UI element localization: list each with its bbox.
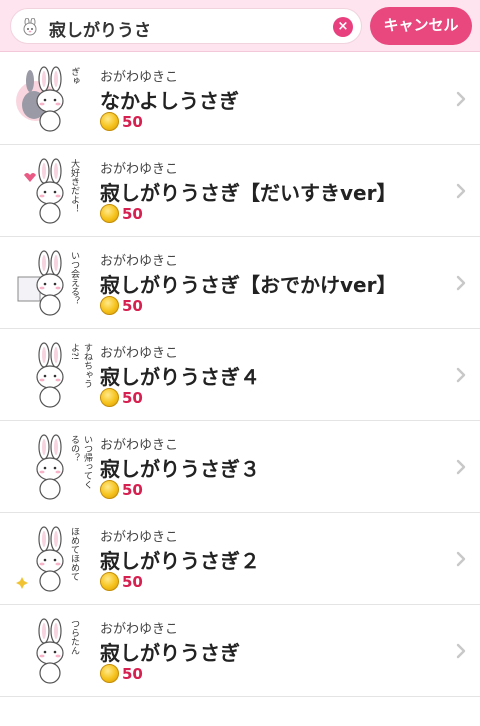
sticker-result-list: ぎゅ おがわゆきこ なかよしうさぎ 50 大好きだよ！ おがわゆきこ 寂しがりう… [0,53,480,697]
sticker-title: なかよしうさぎ [100,89,239,113]
sticker-author: おがわゆきこ [100,438,179,453]
cancel-button[interactable]: キャンセル [370,7,472,45]
sticker-thumbnail-caption: つらたん [69,619,79,655]
sticker-price: 50 [100,111,143,133]
sticker-price: 50 [100,571,143,593]
chevron-right-icon [456,459,466,475]
sticker-author: おがわゆきこ [100,70,179,85]
price-value: 50 [122,480,143,499]
search-bar: 寂しがりうさ × キャンセル [0,0,480,52]
coin-icon [100,572,119,591]
coin-icon [100,296,119,315]
sticker-list-item[interactable]: いつ会える？ おがわゆきこ 寂しがりうさぎ【おでかけver】 50 [0,237,480,329]
sticker-thumbnail-caption: 大好きだよ！ [69,159,79,213]
chevron-right-icon [456,91,466,107]
sticker-price: 50 [100,663,143,685]
sticker-author: おがわゆきこ [100,254,179,269]
sticker-author: おがわゆきこ [100,162,179,177]
price-value: 50 [122,572,143,591]
sticker-thumbnail-caption: ほめてほめて [69,527,79,581]
sticker-title: 寂しがりうさぎ３ [100,457,260,481]
sticker-thumbnail-caption: ぎゅ [69,67,79,85]
sticker-thumbnail-caption: いつ帰ってくるの？ [69,435,92,489]
sticker-list-item[interactable]: ぎゅ おがわゆきこ なかよしうさぎ 50 [0,53,480,145]
sticker-title: 寂しがりうさぎ４ [100,365,260,389]
sticker-price: 50 [100,387,143,409]
chevron-right-icon [456,367,466,383]
sticker-price: 50 [100,295,143,317]
sticker-list-item[interactable]: いつ帰ってくるの？ おがわゆきこ 寂しがりうさぎ３ 50 [0,421,480,513]
sticker-list-item[interactable]: 大好きだよ！ おがわゆきこ 寂しがりうさぎ【だいすきver】 50 [0,145,480,237]
search-input[interactable]: 寂しがりうさ [49,16,151,41]
coin-icon [100,388,119,407]
sticker-author: おがわゆきこ [100,622,179,637]
sticker-author: おがわゆきこ [100,346,179,361]
chevron-right-icon [456,643,466,659]
sticker-list-item[interactable]: すねちゃうよ?! おがわゆきこ 寂しがりうさぎ４ 50 [0,329,480,421]
coin-icon [100,204,119,223]
price-value: 50 [122,388,143,407]
sticker-list-item[interactable]: つらたん おがわゆきこ 寂しがりうさぎ 50 [0,605,480,697]
search-field[interactable]: 寂しがりうさ × [10,8,362,44]
coin-icon [100,112,119,131]
sticker-title: 寂しがりうさぎ【おでかけver】 [100,273,397,297]
sticker-list-item[interactable]: ほめてほめて おがわゆきこ 寂しがりうさぎ２ 50 [0,513,480,605]
price-value: 50 [122,296,143,315]
price-value: 50 [122,664,143,683]
price-value: 50 [122,204,143,223]
sticker-thumbnail-caption: すねちゃうよ?! [69,343,92,388]
coin-icon [100,480,119,499]
chevron-right-icon [456,551,466,567]
rabbit-search-icon [23,18,37,36]
sticker-author: おがわゆきこ [100,530,179,545]
sticker-title: 寂しがりうさぎ [100,641,240,665]
sticker-title: 寂しがりうさぎ【だいすきver】 [100,181,397,205]
sticker-price: 50 [100,479,143,501]
sticker-price: 50 [100,203,143,225]
sticker-thumbnail-caption: いつ会える？ [69,251,79,305]
price-value: 50 [122,112,143,131]
coin-icon [100,664,119,683]
chevron-right-icon [456,275,466,291]
clear-search-icon[interactable]: × [333,17,353,37]
sticker-title: 寂しがりうさぎ２ [100,549,260,573]
chevron-right-icon [456,183,466,199]
